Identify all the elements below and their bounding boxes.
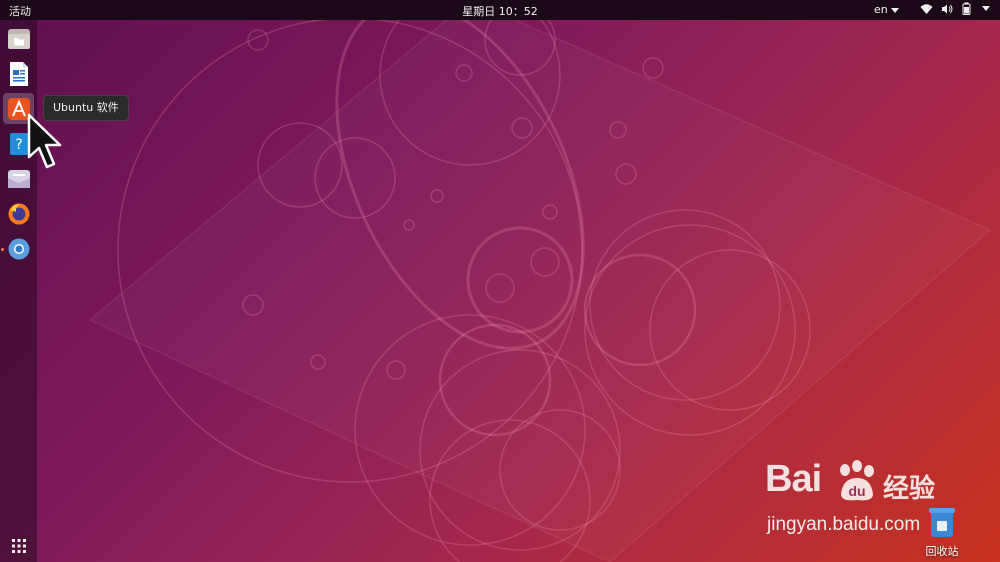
- files-icon: [7, 28, 30, 49]
- svg-text:?: ?: [15, 137, 22, 153]
- volume-icon: [942, 4, 953, 13]
- dock-item-firefox[interactable]: [3, 198, 34, 229]
- mouse-cursor-icon: [27, 113, 62, 169]
- language-indicator[interactable]: en: [874, 3, 899, 16]
- svg-text:du: du: [848, 483, 865, 499]
- dock: ?: [0, 20, 37, 562]
- system-tray[interactable]: [920, 2, 990, 15]
- trash-icon: [929, 508, 955, 537]
- watermark-brand: Bai: [765, 458, 822, 500]
- paw-icon: du: [840, 460, 874, 501]
- system-menu-chevron-icon: [982, 6, 990, 11]
- battery-icon: [962, 2, 971, 15]
- watermark-url: jingyan.baidu.com: [767, 514, 921, 535]
- chevron-down-icon: [890, 7, 899, 13]
- wifi-icon: [920, 3, 933, 14]
- firefox-icon: [8, 203, 29, 224]
- watermark-brand-cn: 经验: [883, 474, 936, 504]
- show-applications-button[interactable]: [3, 530, 34, 561]
- dock-item-chromium[interactable]: [3, 233, 34, 264]
- top-bar: 活动 星期日 10：52 en: [0, 0, 1000, 20]
- clock[interactable]: 星期日 10：52: [462, 5, 538, 18]
- trash-label: 回收站: [925, 545, 959, 558]
- desktop-trash[interactable]: 回收站: [922, 506, 962, 559]
- chromium-icon: [8, 238, 29, 259]
- writer-icon: [9, 61, 28, 86]
- dock-item-files[interactable]: [3, 23, 34, 54]
- app-grid-icon: [11, 538, 26, 553]
- dock-item-libreoffice-writer[interactable]: [3, 58, 34, 89]
- activities-button[interactable]: 活动: [9, 3, 31, 19]
